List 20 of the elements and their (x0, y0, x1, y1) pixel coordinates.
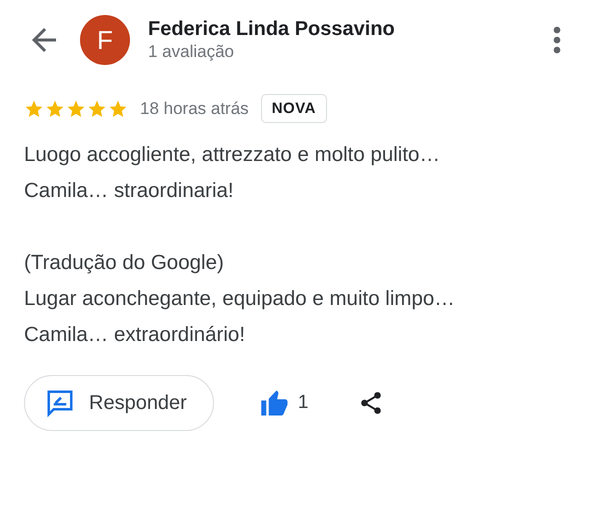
thumbs-up-icon (260, 388, 290, 418)
star-icon (108, 98, 128, 118)
translated-text: Camila… extraordinário! (24, 322, 246, 348)
review-count: 1 avaliação (148, 41, 236, 63)
avatar: F (80, 15, 130, 65)
translated-text: Lugar aconchegante, equipado e muito limpo… (24, 286, 455, 312)
review-text: Camila… straordinaria! (24, 178, 234, 204)
star-icon (66, 98, 86, 118)
like-button[interactable]: 1 (260, 388, 308, 418)
reviewer-name: Federica Linda Possavino (148, 17, 396, 41)
review-text: Luogo accogliente, attrezzato e molto pulito… (24, 142, 440, 168)
star-icon (24, 98, 44, 118)
new-badge: NOVA (260, 94, 327, 123)
review-time: 18 horas atrás (140, 98, 249, 118)
reply-icon (45, 388, 75, 418)
star-icon (45, 98, 65, 118)
more-options-icon[interactable] (552, 26, 562, 54)
star-icon (87, 98, 107, 118)
reply-button[interactable]: Responder (24, 375, 214, 431)
translation-label: (Tradução do Google) (24, 250, 224, 276)
